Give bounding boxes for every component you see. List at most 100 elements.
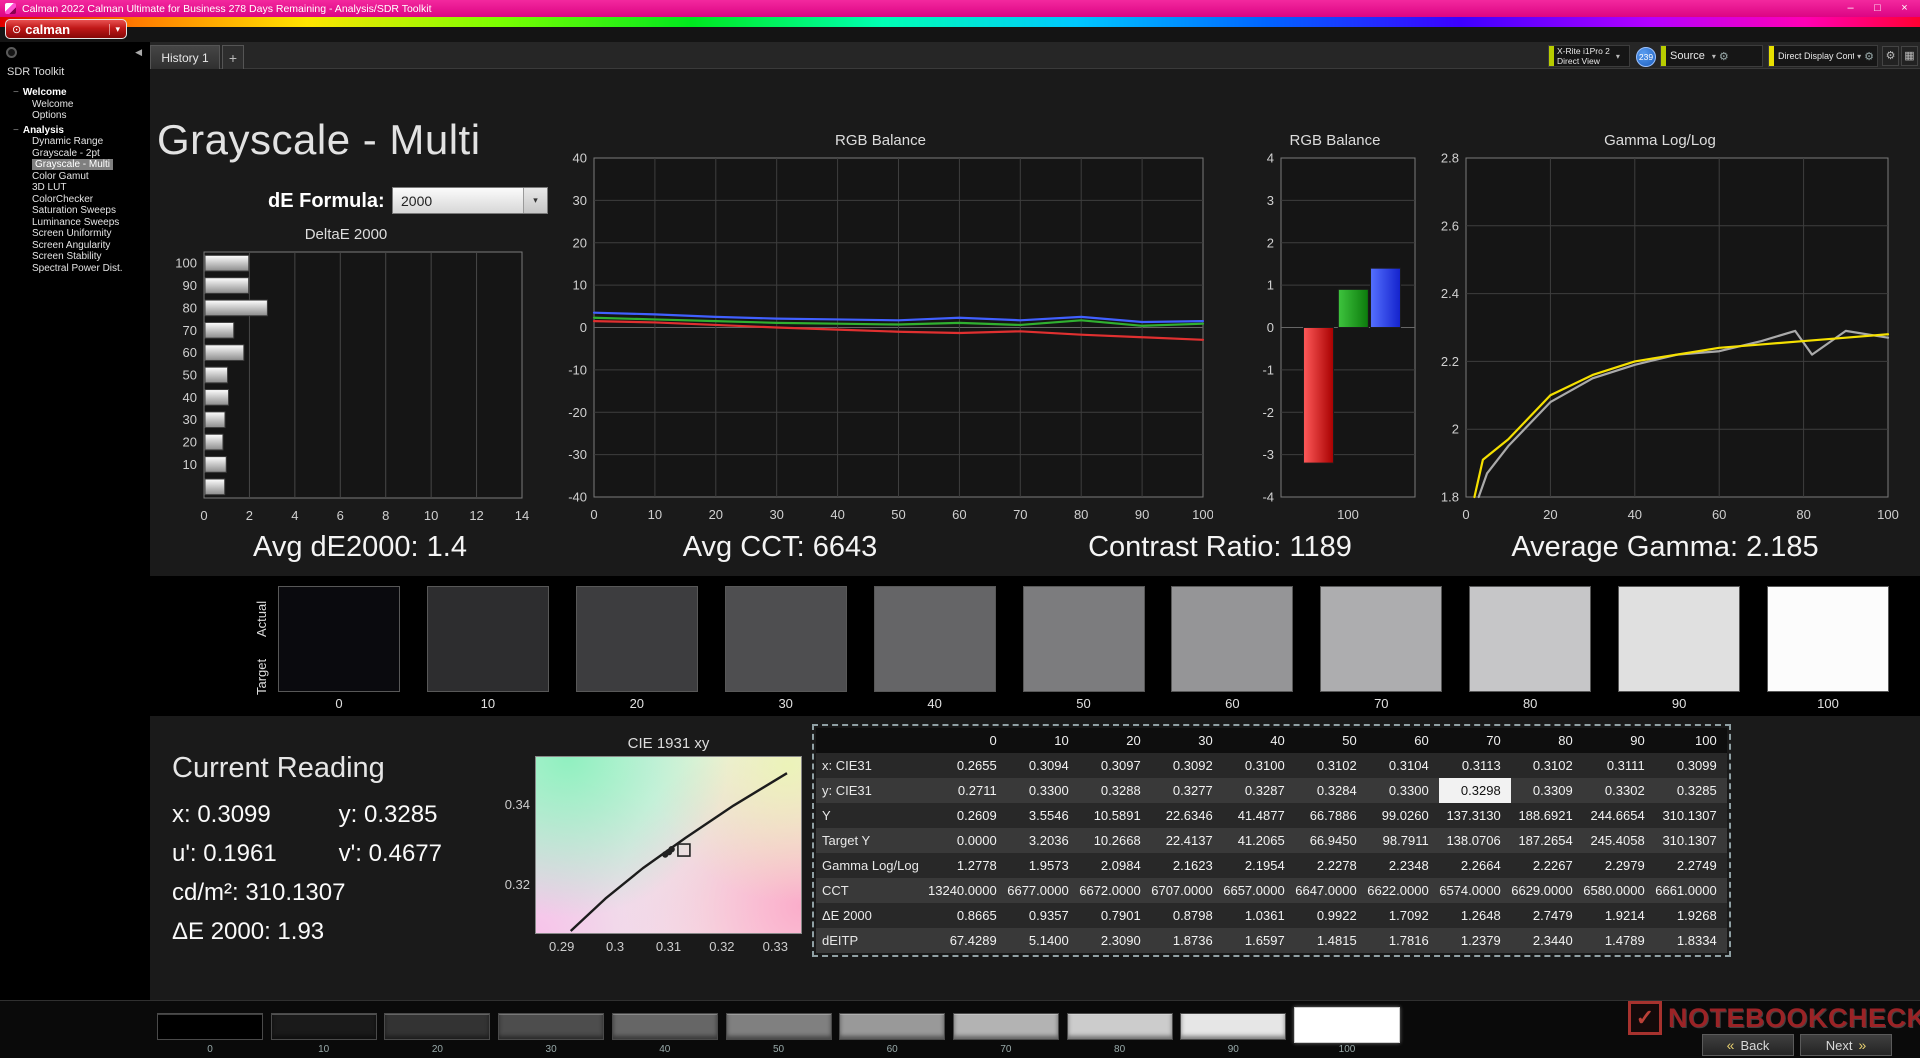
cell-deitp-70[interactable]: 1.2379 [1439, 928, 1511, 953]
cell-deitp-50[interactable]: 1.4815 [1295, 928, 1367, 953]
cell-x-cie31-10[interactable]: 0.3094 [1007, 753, 1079, 778]
expander-icon[interactable]: − [13, 87, 19, 98]
cell-target-y-50[interactable]: 66.9450 [1295, 828, 1367, 853]
cell-y-30[interactable]: 22.6346 [1151, 803, 1223, 828]
cell-x-cie31-100[interactable]: 0.3099 [1655, 753, 1727, 778]
cell-e-2000-40[interactable]: 1.0361 [1223, 903, 1295, 928]
cell-e-2000-90[interactable]: 1.9214 [1583, 903, 1655, 928]
sidebar-item-spectral-power-dist[interactable]: Spectral Power Dist. [0, 263, 150, 275]
maximize-button[interactable]: □ [1864, 0, 1891, 17]
cell-cct-100[interactable]: 6661.0000 [1655, 878, 1727, 903]
cell-cct-80[interactable]: 6629.0000 [1511, 878, 1583, 903]
cell-deitp-30[interactable]: 1.8736 [1151, 928, 1223, 953]
cell-deitp-100[interactable]: 1.8334 [1655, 928, 1727, 953]
cell-cct-50[interactable]: 6647.0000 [1295, 878, 1367, 903]
cell-x-cie31-40[interactable]: 0.3100 [1223, 753, 1295, 778]
level-patch-0[interactable] [157, 1013, 263, 1040]
cell-e-2000-80[interactable]: 2.7479 [1511, 903, 1583, 928]
cell-e-2000-70[interactable]: 1.2648 [1439, 903, 1511, 928]
cell-deitp-10[interactable]: 5.1400 [1007, 928, 1079, 953]
cell-x-cie31-90[interactable]: 0.3111 [1583, 753, 1655, 778]
cell-gamma-log-log-10[interactable]: 1.9573 [1007, 853, 1079, 878]
cell-y-10[interactable]: 3.5546 [1007, 803, 1079, 828]
sidebar-item-luminance-sweeps[interactable]: Luminance Sweeps [0, 217, 150, 229]
cell-gamma-log-log-80[interactable]: 2.2267 [1511, 853, 1583, 878]
sidebar-item-welcome[interactable]: Welcome [0, 99, 150, 111]
cell-y-cie31-80[interactable]: 0.3309 [1511, 778, 1583, 803]
cell-y-cie31-20[interactable]: 0.3288 [1079, 778, 1151, 803]
cell-gamma-log-log-30[interactable]: 2.1623 [1151, 853, 1223, 878]
cell-x-cie31-50[interactable]: 0.3102 [1295, 753, 1367, 778]
cell-y-90[interactable]: 244.6654 [1583, 803, 1655, 828]
tab-history-1[interactable]: History 1 [150, 45, 220, 69]
cell-y-20[interactable]: 10.5891 [1079, 803, 1151, 828]
cell-target-y-30[interactable]: 22.4137 [1151, 828, 1223, 853]
cell-deitp-90[interactable]: 1.4789 [1583, 928, 1655, 953]
cell-x-cie31-60[interactable]: 0.3104 [1367, 753, 1439, 778]
cell-cct-60[interactable]: 6622.0000 [1367, 878, 1439, 903]
cell-y-40[interactable]: 41.4877 [1223, 803, 1295, 828]
back-button[interactable]: « Back [1702, 1034, 1794, 1056]
sidebar-group-analysis[interactable]: −Analysis [0, 125, 150, 137]
close-button[interactable]: × [1891, 0, 1918, 17]
sidebar-item-screen-stability[interactable]: Screen Stability [0, 251, 150, 263]
de-formula-dropdown[interactable]: 2000 ▾ [392, 187, 548, 214]
sidebar-item-grayscale-multi[interactable]: Grayscale - Multi [0, 159, 150, 171]
level-patch-60[interactable] [839, 1013, 945, 1040]
cell-cct-10[interactable]: 6677.0000 [1007, 878, 1079, 903]
cell-x-cie31-30[interactable]: 0.3092 [1151, 753, 1223, 778]
cell-y-cie31-50[interactable]: 0.3284 [1295, 778, 1367, 803]
cell-e-2000-60[interactable]: 1.7092 [1367, 903, 1439, 928]
cell-e-2000-10[interactable]: 0.9357 [1007, 903, 1079, 928]
cell-gamma-log-log-50[interactable]: 2.2278 [1295, 853, 1367, 878]
cell-y-70[interactable]: 137.3130 [1439, 803, 1511, 828]
meter-dropdown[interactable]: X-Rite i1Pro 2 Direct View ▾ [1548, 45, 1630, 67]
cell-deitp-20[interactable]: 2.3090 [1079, 928, 1151, 953]
cell-target-y-60[interactable]: 98.7911 [1367, 828, 1439, 853]
cell-y-cie31-90[interactable]: 0.3302 [1583, 778, 1655, 803]
sidebar-item-dynamic-range[interactable]: Dynamic Range [0, 136, 150, 148]
cell-target-y-10[interactable]: 3.2036 [1007, 828, 1079, 853]
cell-gamma-log-log-70[interactable]: 2.2664 [1439, 853, 1511, 878]
cell-cct-90[interactable]: 6580.0000 [1583, 878, 1655, 903]
cell-gamma-log-log-90[interactable]: 2.2979 [1583, 853, 1655, 878]
cell-e-2000-50[interactable]: 0.9922 [1295, 903, 1367, 928]
cell-cct-20[interactable]: 6672.0000 [1079, 878, 1151, 903]
cell-y-cie31-100[interactable]: 0.3285 [1655, 778, 1727, 803]
add-tab-button[interactable]: + [222, 45, 244, 69]
gear-icon[interactable]: ⚙ [1864, 50, 1874, 63]
cell-cct-0[interactable]: 13240.0000 [928, 878, 1007, 903]
level-patch-100[interactable] [1294, 1007, 1400, 1043]
cell-deitp-60[interactable]: 1.7816 [1367, 928, 1439, 953]
sidebar-item-3d-lut[interactable]: 3D LUT [0, 182, 150, 194]
cell-y-cie31-30[interactable]: 0.3277 [1151, 778, 1223, 803]
cell-y-60[interactable]: 99.0260 [1367, 803, 1439, 828]
next-button[interactable]: Next » [1800, 1034, 1892, 1056]
cell-x-cie31-0[interactable]: 0.2655 [928, 753, 1007, 778]
sidebar-item-screen-angularity[interactable]: Screen Angularity [0, 240, 150, 252]
cell-target-y-0[interactable]: 0.0000 [928, 828, 1007, 853]
sidebar-item-color-gamut[interactable]: Color Gamut [0, 171, 150, 183]
cell-y-cie31-40[interactable]: 0.3287 [1223, 778, 1295, 803]
minimize-button[interactable]: – [1837, 0, 1864, 17]
layout-grid-button[interactable]: ▦ [1901, 46, 1918, 66]
level-patch-20[interactable] [384, 1013, 490, 1040]
sidebar-item-options[interactable]: Options [0, 110, 150, 122]
cell-y-0[interactable]: 0.2609 [928, 803, 1007, 828]
cell-y-cie31-10[interactable]: 0.3300 [1007, 778, 1079, 803]
cell-target-y-80[interactable]: 187.2654 [1511, 828, 1583, 853]
cell-gamma-log-log-40[interactable]: 2.1954 [1223, 853, 1295, 878]
cell-target-y-40[interactable]: 41.2065 [1223, 828, 1295, 853]
cell-x-cie31-20[interactable]: 0.3097 [1079, 753, 1151, 778]
sidebar-group-welcome[interactable]: −Welcome [0, 87, 150, 99]
level-patch-50[interactable] [726, 1013, 832, 1040]
cell-y-80[interactable]: 188.6921 [1511, 803, 1583, 828]
cell-y-cie31-60[interactable]: 0.3300 [1367, 778, 1439, 803]
cell-cct-70[interactable]: 6574.0000 [1439, 878, 1511, 903]
sidebar-item-grayscale-2pt[interactable]: Grayscale - 2pt [0, 148, 150, 160]
cell-target-y-70[interactable]: 138.0706 [1439, 828, 1511, 853]
calman-menu-button[interactable]: ⊙ calman ▾ [5, 19, 127, 39]
display-control-dropdown[interactable]: Direct Display Control ▾ ⚙ [1768, 45, 1878, 67]
sidebar-item-saturation-sweeps[interactable]: Saturation Sweeps [0, 205, 150, 217]
level-patch-10[interactable] [271, 1013, 377, 1040]
